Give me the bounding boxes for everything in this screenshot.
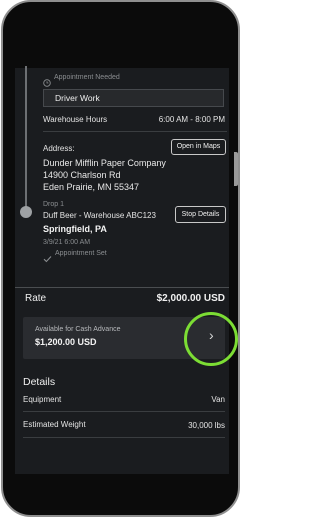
address-line: 14900 Charlson Rd bbox=[43, 170, 121, 180]
address-label: Address: bbox=[43, 144, 75, 153]
highlight-circle bbox=[184, 312, 238, 366]
appointment-set-text: Appointment Set bbox=[55, 250, 107, 257]
drop-datetime: 3/9/21 6:00 AM bbox=[43, 239, 91, 246]
divider bbox=[43, 131, 227, 132]
address-block: Dunder Mifflin Paper Company 14900 Charl… bbox=[43, 157, 166, 193]
driver-work-box: Driver Work bbox=[43, 89, 224, 107]
phone-frame: Appointment Needed Driver Work Warehouse… bbox=[1, 0, 240, 517]
screen: Appointment Needed Driver Work Warehouse… bbox=[15, 66, 238, 474]
timeline-dot bbox=[20, 206, 32, 218]
address-line: Eden Prairie, MN 55347 bbox=[43, 182, 140, 192]
cash-advance-amount: $1,200.00 USD bbox=[35, 337, 97, 347]
drop-name: Duff Beer - Warehouse ABC123 bbox=[43, 211, 156, 220]
timeline-line bbox=[25, 66, 27, 212]
open-in-maps-button[interactable]: Open in Maps bbox=[171, 139, 226, 155]
rate-value: $2,000.00 USD bbox=[156, 293, 225, 304]
estimated-weight-value: 30,000 lbs bbox=[188, 421, 225, 430]
warehouse-hours-label: Warehouse Hours bbox=[43, 115, 108, 124]
estimated-weight-label: Estimated Weight bbox=[23, 420, 86, 429]
rate-label: Rate bbox=[25, 293, 47, 304]
clock-icon bbox=[43, 74, 51, 87]
address-line: Dunder Mifflin Paper Company bbox=[43, 158, 166, 168]
side-button bbox=[234, 152, 238, 186]
cash-advance-label: Available for Cash Advance bbox=[35, 326, 121, 333]
details-title: Details bbox=[23, 376, 56, 388]
warehouse-hours-value: 6:00 AM - 8:00 PM bbox=[158, 115, 225, 124]
equipment-value: Van bbox=[211, 395, 225, 404]
divider bbox=[23, 411, 225, 412]
divider bbox=[23, 437, 225, 438]
divider bbox=[15, 287, 229, 288]
drop-city: Springfield, PA bbox=[43, 224, 107, 234]
appointment-needed-text: Appointment Needed bbox=[54, 74, 120, 81]
equipment-label: Equipment bbox=[23, 395, 62, 404]
check-icon bbox=[43, 250, 52, 263]
drop-label: Drop 1 bbox=[43, 201, 65, 208]
stop-details-button[interactable]: Stop Details bbox=[175, 206, 226, 223]
